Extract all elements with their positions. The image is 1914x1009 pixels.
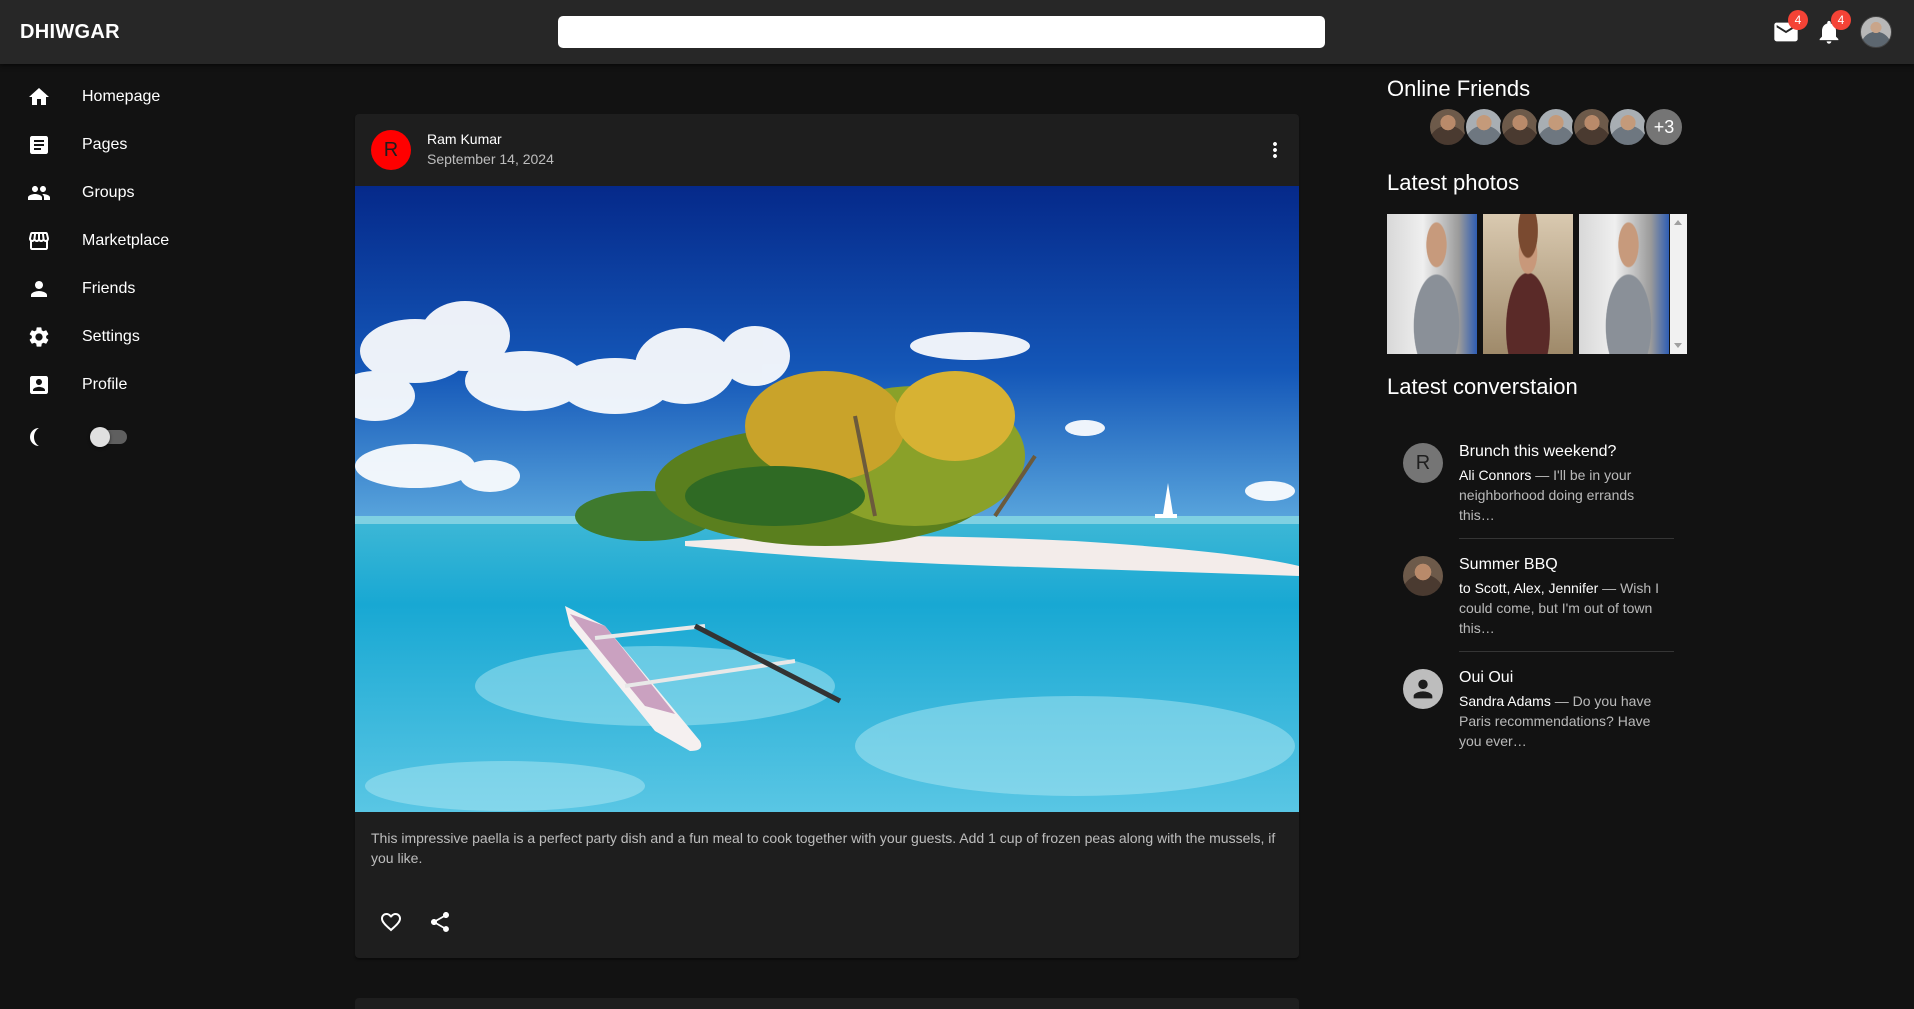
latest-photo[interactable]	[1579, 214, 1669, 354]
latest-photo[interactable]	[1387, 214, 1477, 354]
sidebar-item-label: Marketplace	[82, 232, 170, 249]
scroll-down-arrow[interactable]	[1674, 343, 1682, 348]
conversation-sender: Sandra Adams	[1459, 693, 1551, 709]
person-icon	[1413, 679, 1433, 699]
search-input[interactable]	[558, 16, 1325, 48]
storefront-icon	[27, 229, 51, 253]
like-button[interactable]	[371, 902, 411, 942]
app-bar: DHIWGAR 4 4	[0, 0, 1914, 64]
sidebar-item-label: Profile	[82, 376, 128, 393]
sidebar-item-settings[interactable]: Settings	[0, 313, 300, 361]
online-friend-avatar[interactable]	[1572, 107, 1612, 147]
next-post-card	[355, 998, 1299, 1009]
sidebar-item-profile[interactable]: Profile	[0, 361, 300, 409]
theme-toggle[interactable]	[90, 427, 128, 447]
post-date: September 14, 2024	[427, 151, 554, 167]
share-button[interactable]	[420, 902, 460, 942]
post-card: R Ram Kumar September 14, 2024 This impr…	[355, 114, 1299, 958]
online-friend-avatar[interactable]	[1464, 107, 1504, 147]
sidebar-item-groups[interactable]: Groups	[0, 169, 300, 217]
conversation-avatar	[1403, 669, 1443, 709]
sidebar-item-pages[interactable]: Pages	[0, 121, 300, 169]
conversation-item[interactable]: R Brunch this weekend? Ali Connors — I'l…	[1387, 443, 1687, 543]
mail-badge: 4	[1788, 10, 1808, 30]
conversation-avatar	[1403, 556, 1443, 596]
tropical-island-illustration	[355, 186, 1299, 812]
notifications-badge: 4	[1831, 10, 1851, 30]
favorite-icon	[381, 913, 401, 932]
online-friend-avatar[interactable]	[1608, 107, 1648, 147]
latest-conversation-title: Latest converstaion	[1387, 374, 1578, 399]
share-icon	[431, 912, 449, 932]
avatar[interactable]	[1860, 16, 1892, 48]
online-friend-avatar[interactable]	[1500, 107, 1540, 147]
online-friends-title: Online Friends	[1387, 76, 1531, 101]
divider	[1459, 538, 1674, 539]
post-author: Ram Kumar	[427, 131, 502, 147]
toggle-thumb	[90, 427, 110, 447]
scroll-up-arrow[interactable]	[1674, 220, 1682, 225]
photos-scrollbar[interactable]	[1670, 214, 1687, 354]
online-friend-avatar[interactable]	[1536, 107, 1576, 147]
group-icon	[27, 181, 51, 205]
sidebar-item-marketplace[interactable]: Marketplace	[0, 217, 300, 265]
conversation-avatar: R	[1403, 443, 1443, 483]
article-icon	[27, 133, 51, 157]
divider	[1459, 651, 1674, 652]
sidebar-item-label: Friends	[82, 280, 136, 297]
conversation-title: Summer BBQ	[1459, 556, 1558, 573]
conversation-preview: to Scott, Alex, Jennifer — Wish I could …	[1459, 578, 1659, 638]
notifications-button[interactable]: 4	[1815, 10, 1851, 46]
conversation-sender: to Scott, Alex, Jennifer	[1459, 580, 1599, 596]
conversation-sender: Ali Connors	[1459, 467, 1532, 483]
sidebar-item-friends[interactable]: Friends	[0, 265, 300, 313]
online-friend-avatar[interactable]	[1428, 107, 1468, 147]
more-options-button[interactable]	[1259, 134, 1291, 166]
latest-photo[interactable]	[1483, 214, 1573, 354]
home-icon	[27, 85, 51, 109]
conversation-title: Brunch this weekend?	[1459, 443, 1617, 460]
conversation-item[interactable]: Oui Oui Sandra Adams — Do you have Paris…	[1387, 669, 1687, 769]
post-body: This impressive paella is a perfect part…	[371, 830, 1276, 866]
person-icon	[27, 277, 51, 301]
sidebar-item-homepage[interactable]: Homepage	[0, 73, 300, 121]
post-image	[355, 186, 1299, 812]
gear-icon	[27, 325, 51, 349]
post-avatar[interactable]: R	[371, 130, 411, 170]
dark-mode-moon-icon	[27, 425, 51, 449]
account-box-icon	[27, 373, 51, 397]
sidebar-item-label: Settings	[82, 328, 140, 345]
conversation-item[interactable]: Summer BBQ to Scott, Alex, Jennifer — Wi…	[1387, 556, 1687, 656]
sidebar-item-label: Pages	[82, 136, 128, 153]
conversation-preview: Sandra Adams — Do you have Paris recomme…	[1459, 691, 1659, 751]
app-logo[interactable]: DHIWGAR	[20, 21, 120, 44]
more-friends-count[interactable]: +3	[1644, 107, 1684, 147]
sidebar-item-label: Groups	[82, 184, 135, 201]
latest-photos-title: Latest photos	[1387, 170, 1520, 195]
conversation-preview: Ali Connors — I'll be in your neighborho…	[1459, 465, 1659, 525]
more-vert-icon	[1273, 142, 1277, 158]
sidebar-item-label: Homepage	[82, 88, 161, 105]
mail-button[interactable]: 4	[1772, 10, 1808, 46]
conversation-title: Oui Oui	[1459, 669, 1514, 686]
